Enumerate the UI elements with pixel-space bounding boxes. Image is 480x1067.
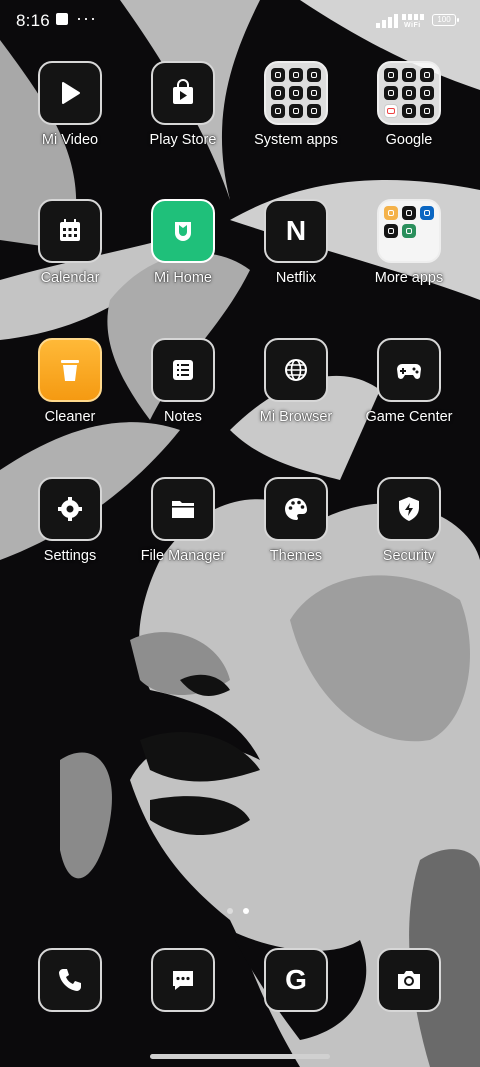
folder-google[interactable]: Google bbox=[353, 61, 465, 148]
wifi-label: WiFi bbox=[404, 22, 421, 29]
folder-system-apps[interactable]: System apps bbox=[240, 61, 352, 148]
netflix-glyph: N bbox=[285, 215, 307, 246]
google-glyph: G bbox=[285, 964, 307, 995]
play-store-icon bbox=[151, 61, 215, 125]
app-label: Security bbox=[382, 548, 436, 564]
folder-icon bbox=[151, 477, 215, 541]
folder-more-apps[interactable]: More apps bbox=[353, 199, 465, 286]
app-calendar[interactable]: Calendar bbox=[14, 199, 126, 286]
notes-icon bbox=[151, 338, 215, 402]
app-label: Netflix bbox=[275, 270, 317, 286]
status-time: 8:16 bbox=[16, 11, 50, 30]
wifi-icon bbox=[402, 14, 424, 20]
app-label: System apps bbox=[254, 132, 338, 148]
google-g-icon: G bbox=[264, 948, 328, 1012]
netflix-icon: N bbox=[264, 199, 328, 263]
page-dot bbox=[227, 908, 233, 914]
dock-messages[interactable] bbox=[127, 948, 239, 1012]
app-mi-video[interactable]: Mi Video bbox=[14, 61, 126, 148]
app-label: Mi Home bbox=[153, 270, 212, 286]
folder-more-apps-icon bbox=[377, 199, 441, 263]
app-netflix[interactable]: N Netflix bbox=[240, 199, 352, 286]
phone-icon bbox=[38, 948, 102, 1012]
camera-icon bbox=[377, 948, 441, 1012]
message-icon bbox=[151, 948, 215, 1012]
mi-home-icon bbox=[151, 199, 215, 263]
app-label: Play Store bbox=[149, 132, 217, 148]
app-themes[interactable]: Themes bbox=[240, 477, 352, 564]
app-label: Settings bbox=[43, 548, 97, 564]
app-notes[interactable]: Notes bbox=[127, 338, 239, 425]
app-settings[interactable]: Settings bbox=[14, 477, 126, 564]
app-label: Themes bbox=[269, 548, 323, 564]
dock-phone[interactable] bbox=[14, 948, 126, 1012]
app-label: Calendar bbox=[40, 270, 100, 286]
app-mi-browser[interactable]: Mi Browser bbox=[240, 338, 352, 425]
more-notifications-icon: ··· bbox=[76, 8, 97, 28]
folder-google-icon bbox=[377, 61, 441, 125]
app-label: Mi Browser bbox=[259, 409, 333, 425]
app-mi-home[interactable]: Mi Home bbox=[127, 199, 239, 286]
battery-icon: 100 bbox=[432, 14, 459, 26]
gamepad-icon bbox=[377, 338, 441, 402]
shield-icon bbox=[377, 477, 441, 541]
app-label: Notes bbox=[164, 409, 202, 425]
app-label: File Manager bbox=[140, 548, 226, 564]
app-label: Cleaner bbox=[44, 409, 96, 425]
trash-icon bbox=[38, 338, 102, 402]
app-label: Google bbox=[385, 132, 433, 148]
status-bar: 8:16 ··· WiFi 100 bbox=[0, 0, 480, 44]
app-label: More apps bbox=[374, 270, 444, 286]
dock-google[interactable]: G bbox=[240, 948, 352, 1012]
app-game-center[interactable]: Game Center bbox=[353, 338, 465, 425]
folder-system-apps-icon bbox=[264, 61, 328, 125]
app-label: Mi Video bbox=[41, 132, 99, 148]
app-file-manager[interactable]: File Manager bbox=[127, 477, 239, 564]
app-cleaner[interactable]: Cleaner bbox=[14, 338, 126, 425]
globe-icon bbox=[264, 338, 328, 402]
palette-icon bbox=[264, 477, 328, 541]
calendar-icon bbox=[38, 199, 102, 263]
app-play-store[interactable]: Play Store bbox=[127, 61, 239, 148]
notification-icon bbox=[56, 13, 68, 25]
dock-camera[interactable] bbox=[353, 948, 465, 1012]
gear-icon bbox=[38, 477, 102, 541]
app-security[interactable]: Security bbox=[353, 477, 465, 564]
home-gesture-bar[interactable] bbox=[150, 1054, 330, 1059]
app-label: Game Center bbox=[365, 409, 453, 425]
play-icon bbox=[38, 61, 102, 125]
page-dot-current bbox=[243, 908, 249, 914]
